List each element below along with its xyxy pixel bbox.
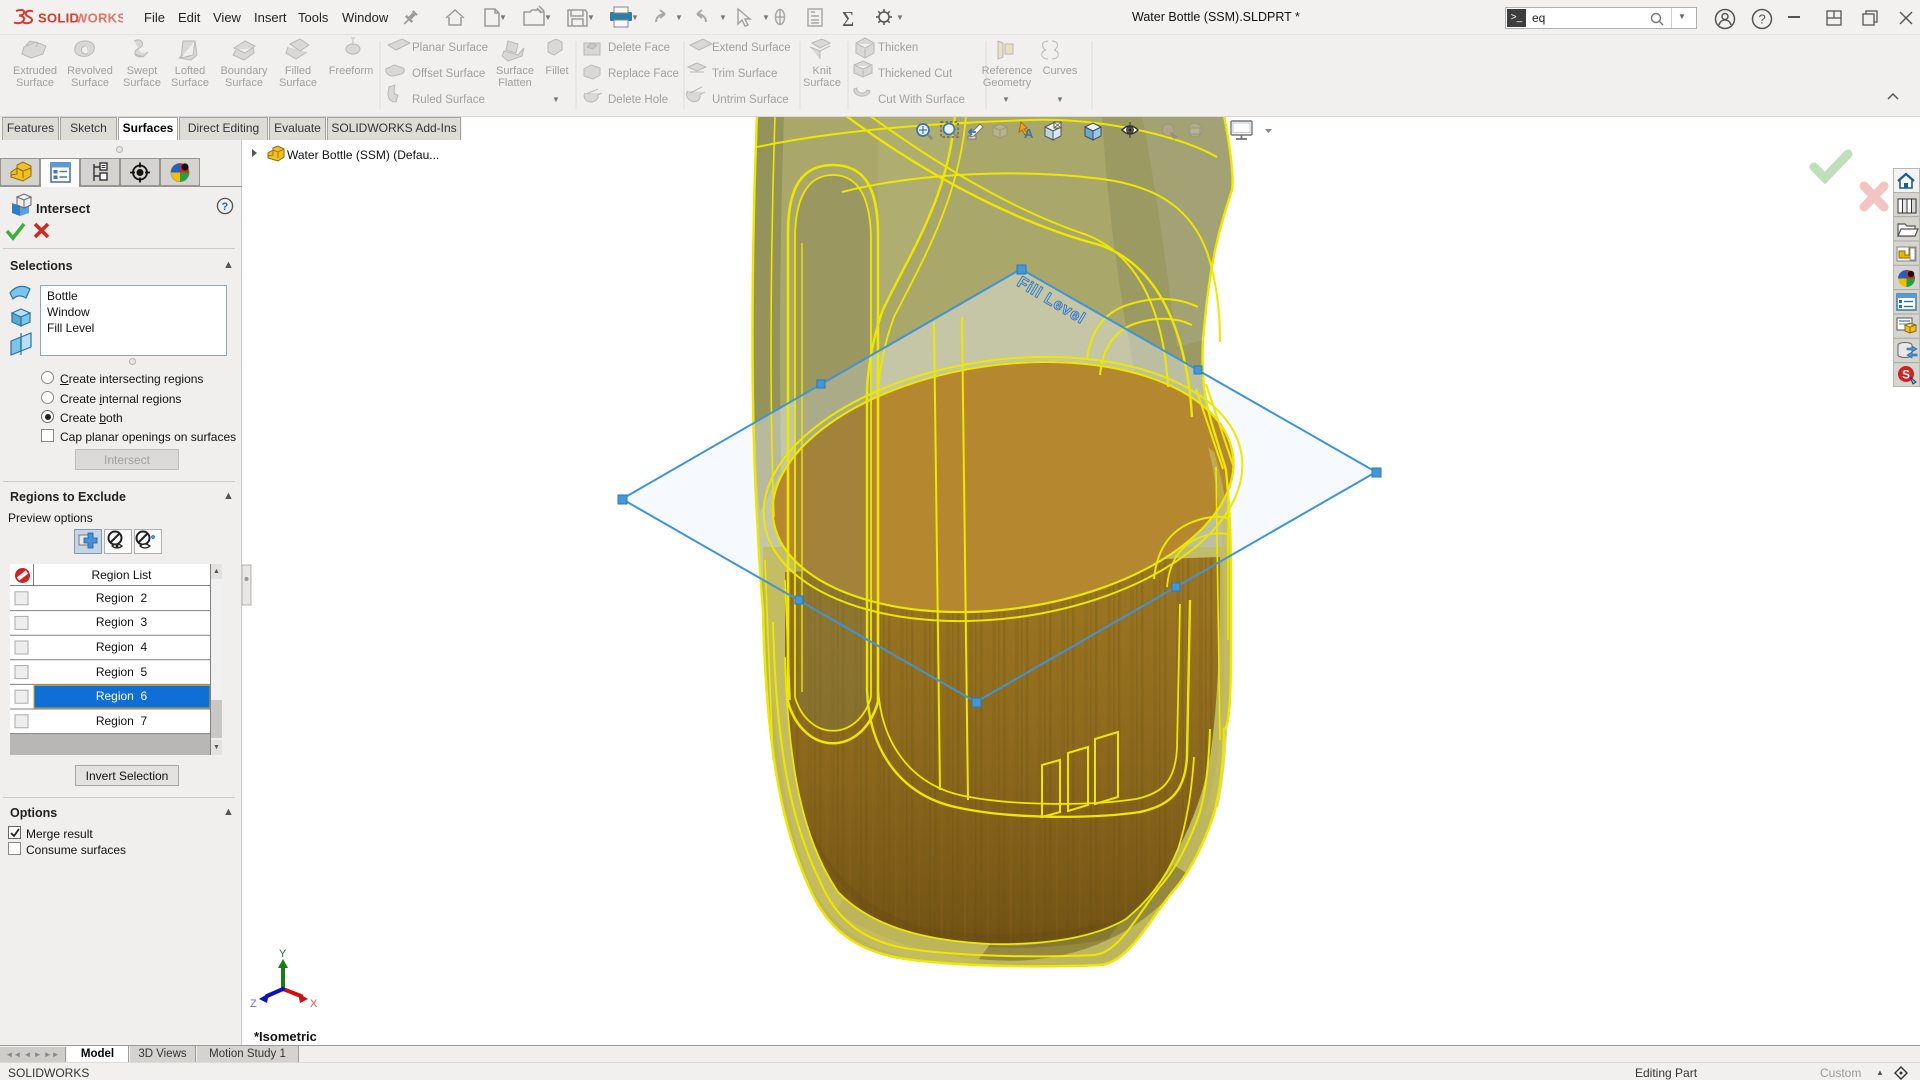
- svg-text:?: ?: [1759, 12, 1766, 27]
- svg-text:Y: Y: [279, 948, 287, 960]
- svg-text:Water Bottle (SSM) (Defau...: Water Bottle (SSM) (Defau...: [287, 148, 439, 162]
- svg-text:WORKS: WORKS: [75, 11, 123, 26]
- svg-text:S: S: [1902, 368, 1910, 382]
- svg-text:?: ?: [222, 201, 229, 213]
- svg-text:A: A: [1024, 126, 1034, 141]
- svg-text:*Isometric: *Isometric: [254, 1029, 317, 1044]
- svg-text:X: X: [310, 998, 318, 1010]
- svg-text:Σ: Σ: [842, 7, 854, 31]
- svg-text:SOLID: SOLID: [38, 11, 79, 26]
- svg-text:Z: Z: [250, 998, 257, 1010]
